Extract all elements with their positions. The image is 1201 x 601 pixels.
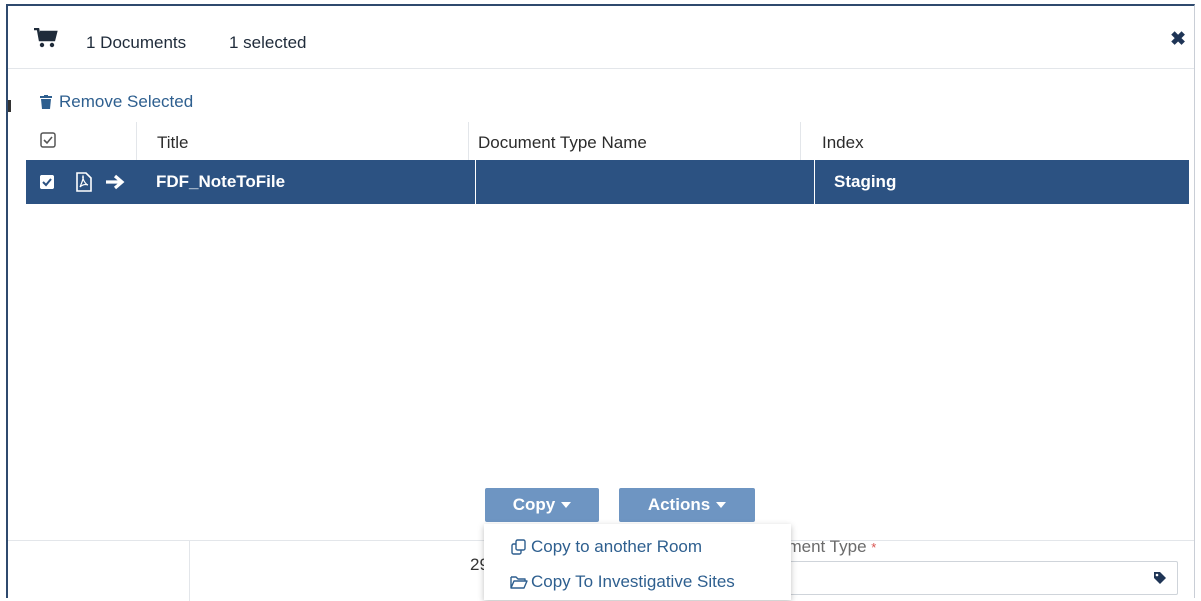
menu-item-copy-to-room[interactable]: Copy to another Room bbox=[510, 537, 702, 557]
column-divider bbox=[136, 122, 137, 160]
row-checkbox[interactable] bbox=[40, 175, 54, 189]
menu-item-label: Copy to another Room bbox=[531, 537, 703, 556]
cart-icon bbox=[34, 28, 58, 48]
copy-icon bbox=[511, 539, 526, 555]
menu-item-copy-to-sites[interactable]: Copy To Investigative Sites bbox=[510, 572, 735, 592]
tag-icon[interactable] bbox=[1153, 571, 1167, 585]
remove-selected-label: Remove Selected bbox=[59, 92, 194, 111]
copy-button[interactable]: Copy bbox=[485, 488, 599, 522]
document-type-input[interactable] bbox=[768, 561, 1178, 595]
document-count: 1 Documents bbox=[86, 33, 187, 52]
row-index: Staging bbox=[834, 172, 897, 191]
actions-button-label: Actions bbox=[647, 495, 711, 514]
column-document-type-name[interactable]: Document Type Name bbox=[478, 122, 647, 160]
copy-button-label: Copy bbox=[512, 495, 556, 514]
document-type-label: ument Type * bbox=[778, 537, 876, 557]
trash-icon bbox=[40, 95, 52, 109]
column-divider bbox=[468, 122, 469, 160]
row-divider bbox=[475, 160, 476, 204]
select-all-checkbox[interactable] bbox=[40, 132, 56, 148]
selected-count: 1 selected bbox=[229, 33, 307, 52]
folder-open-icon bbox=[510, 576, 528, 589]
menu-item-label: Copy To Investigative Sites bbox=[531, 572, 735, 591]
caret-down-icon bbox=[716, 502, 727, 508]
row-divider bbox=[814, 160, 815, 204]
table-row[interactable]: FDF_NoteToFile Staging bbox=[26, 160, 1189, 204]
column-index[interactable]: Index bbox=[822, 122, 864, 160]
dialog-header: 1 Documents 1 selected ✖ bbox=[8, 6, 1194, 69]
column-divider bbox=[800, 122, 801, 160]
pdf-icon[interactable] bbox=[76, 172, 92, 192]
arrow-right-icon[interactable] bbox=[105, 174, 125, 190]
copy-dropdown-menu: Copy to another Room Copy To Investigati… bbox=[484, 524, 791, 600]
required-marker: * bbox=[871, 540, 877, 555]
form-divider bbox=[189, 541, 190, 601]
close-icon[interactable]: ✖ bbox=[1170, 28, 1186, 51]
edge-marker bbox=[8, 100, 11, 112]
column-title[interactable]: Title bbox=[157, 122, 189, 160]
grid-header: Title Document Type Name Index bbox=[26, 122, 1189, 161]
document-cart-dialog: 1 Documents 1 selected ✖ Remove Selected… bbox=[6, 4, 1195, 601]
caret-down-icon bbox=[561, 502, 572, 508]
remove-selected-button[interactable]: Remove Selected bbox=[40, 92, 193, 112]
actions-button[interactable]: Actions bbox=[619, 488, 755, 522]
row-title: FDF_NoteToFile bbox=[156, 172, 286, 191]
document-type-label-text: ument Type bbox=[778, 537, 867, 556]
